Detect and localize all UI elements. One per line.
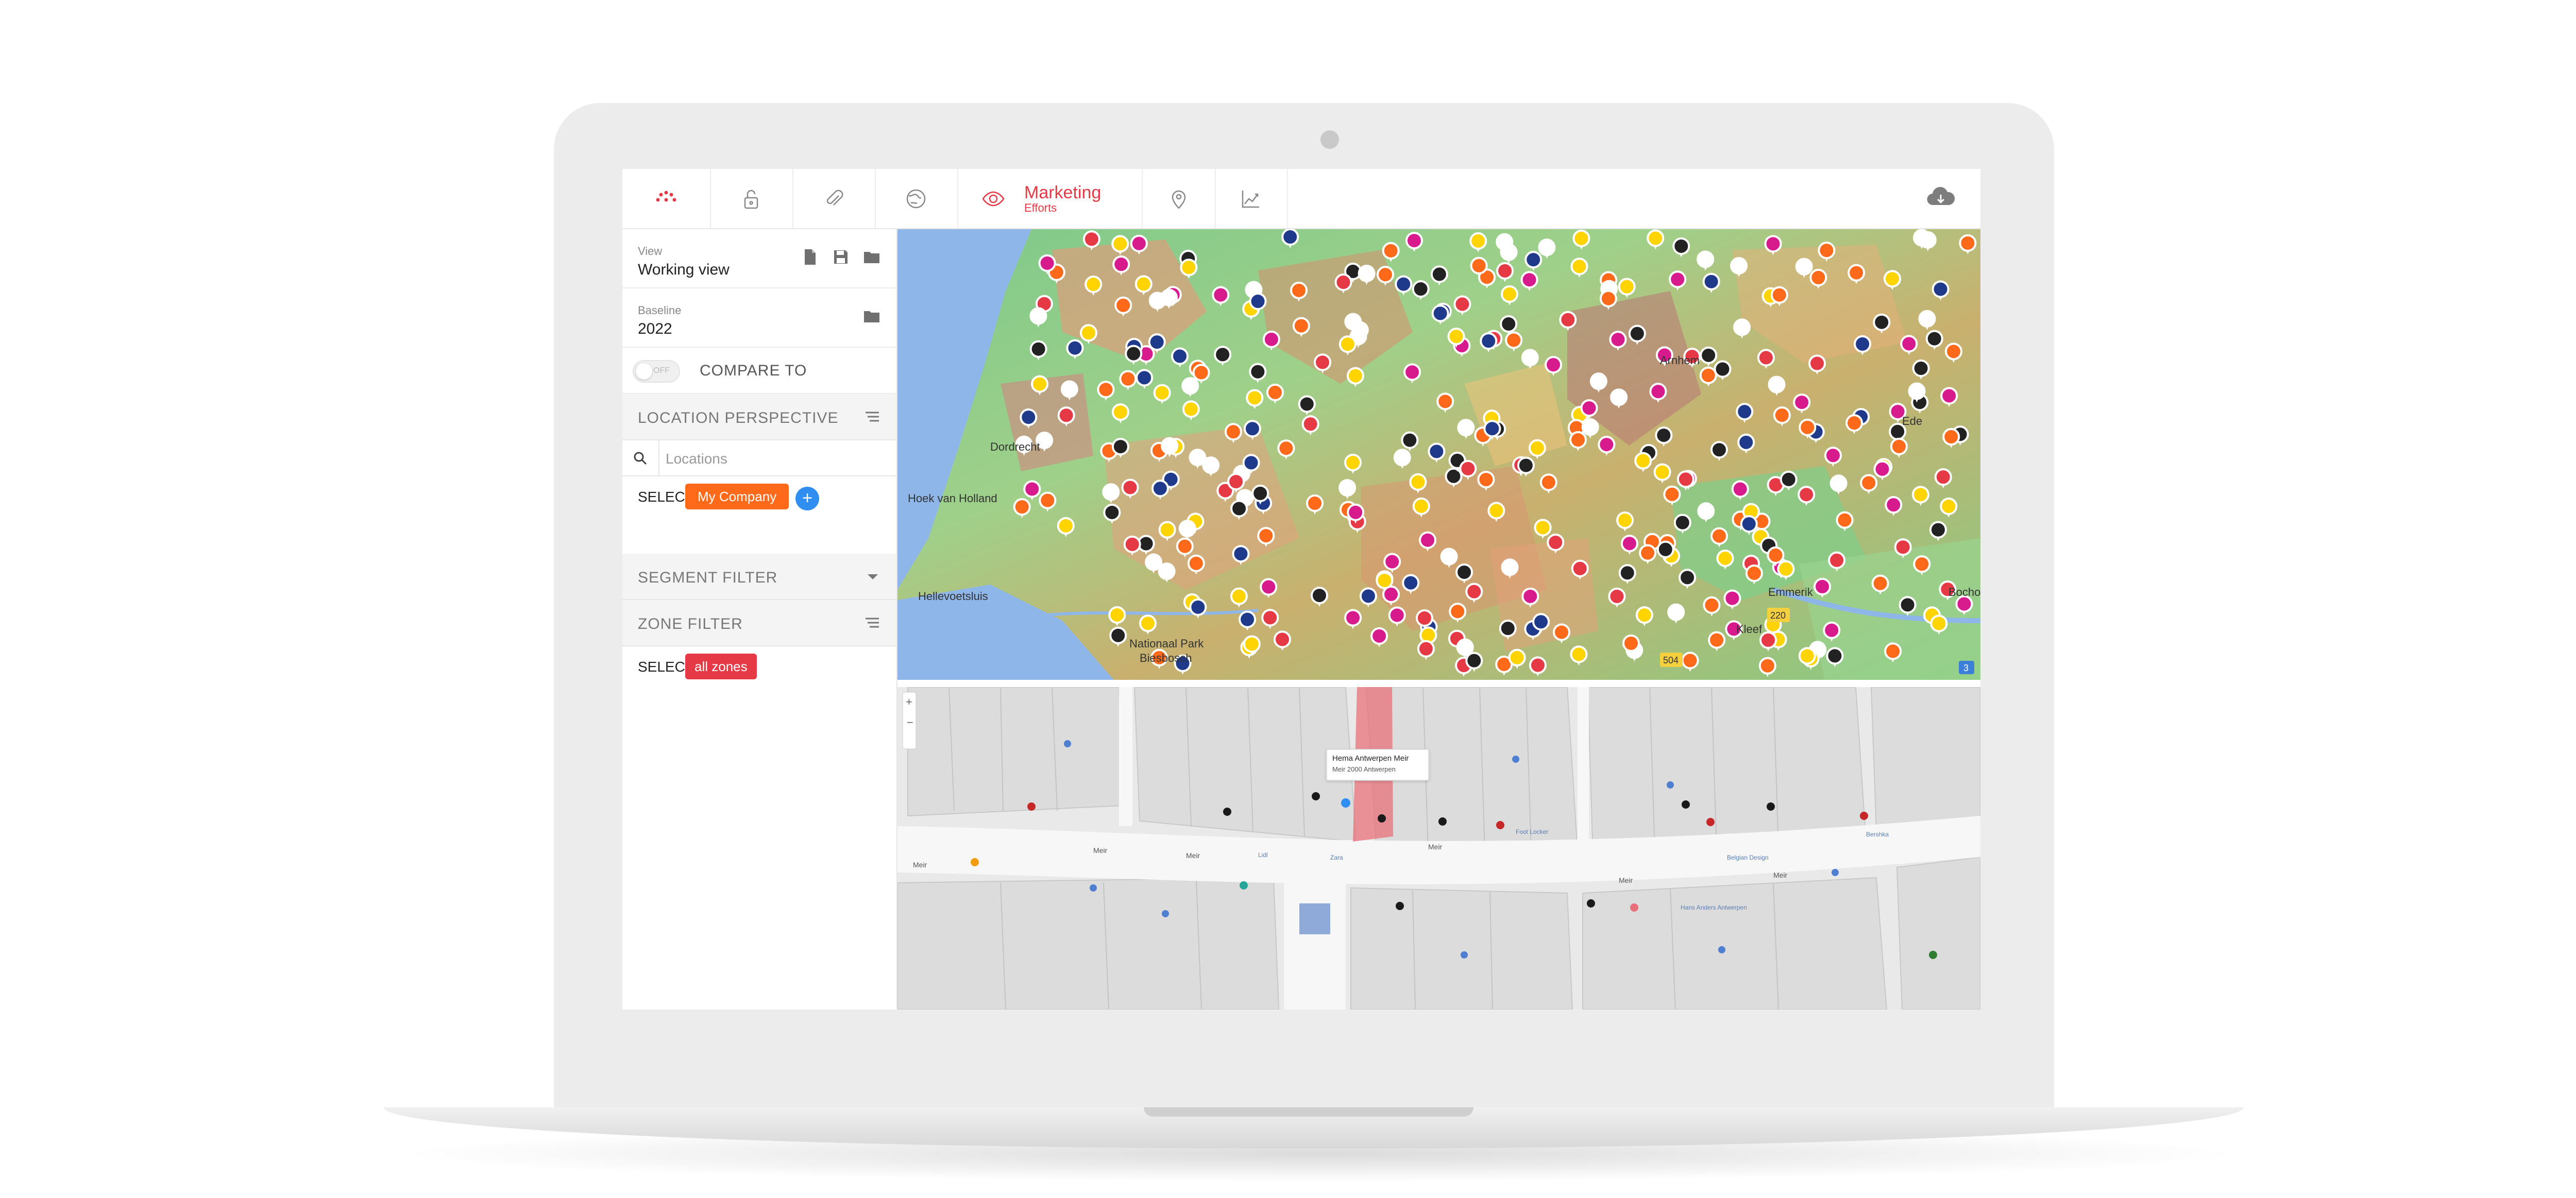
- popup-address: Meir 2000 Antwerpen: [1332, 765, 1396, 773]
- poi-label: Zara: [1330, 854, 1343, 861]
- heatmap-map[interactable]: Emmerik Bocholt Kleef Nationaal Park Bie…: [897, 229, 1980, 680]
- trend-chart-icon: [1242, 190, 1259, 208]
- all-zones-chip[interactable]: all zones: [685, 654, 757, 679]
- tab-analytics[interactable]: [1215, 169, 1288, 228]
- locations-search-input[interactable]: [665, 446, 883, 472]
- save-icon[interactable]: [832, 248, 850, 266]
- add-company-button[interactable]: +: [795, 487, 819, 510]
- street-label: Meir: [1428, 843, 1443, 851]
- compare-label: COMPARE TO: [700, 362, 807, 379]
- camera-icon: [1320, 130, 1339, 149]
- select-zones-row: SELECT all zones: [622, 646, 896, 688]
- top-toolbar: Marketing Efforts: [622, 169, 1980, 229]
- tab-lock[interactable]: [710, 169, 793, 228]
- tab-globe[interactable]: [875, 169, 958, 228]
- poi-label: Lidl: [1258, 851, 1268, 859]
- poi-label: Foot Locker: [1516, 828, 1548, 835]
- road-badge-text: 504: [1663, 655, 1679, 665]
- street-label: Meir: [1619, 876, 1633, 884]
- eye-icon: [982, 191, 1005, 206]
- store-popup[interactable]: Hema Antwerpen Meir Meir 2000 Antwerpen: [1326, 749, 1429, 781]
- location-pin-icon: [1172, 190, 1186, 209]
- svg-text:−: −: [907, 716, 913, 729]
- poi-label: Hans Anders Antwerpen: [1681, 904, 1747, 911]
- select-company-row: SELECT My Company +: [622, 476, 896, 518]
- view-value[interactable]: Working view: [638, 261, 730, 279]
- view-label: View: [638, 245, 663, 258]
- tab-marketing[interactable]: Marketing Efforts: [957, 169, 1143, 228]
- place-label: Emmerik: [1768, 586, 1814, 598]
- place-label: Nationaal Park: [1129, 637, 1204, 650]
- street-label: Meir: [1773, 871, 1788, 879]
- segment-filter-title: SEGMENT FILTER: [638, 569, 778, 586]
- lock-icon: [744, 190, 758, 209]
- tab-location[interactable]: [1143, 169, 1216, 228]
- place-label: Biesbosch: [1140, 652, 1192, 664]
- place-label: Kleef: [1736, 623, 1762, 636]
- my-company-chip[interactable]: My Company: [685, 484, 789, 509]
- tab-marketing-title: Marketing: [1024, 182, 1101, 202]
- poi-label: Bershka: [1866, 831, 1889, 838]
- new-document-icon[interactable]: [801, 248, 819, 266]
- globe-icon: [906, 189, 926, 208]
- search-icon: [622, 440, 659, 476]
- street-label: Meir: [1093, 846, 1108, 854]
- place-label: Hoek van Holland: [908, 492, 997, 505]
- sidebar: View Working view Baseline 2022 OFF COMP…: [622, 229, 897, 1009]
- popup-title: Hema Antwerpen Meir: [1332, 754, 1409, 763]
- place-label: Bocholt: [1948, 586, 1980, 598]
- location-perspective-title: LOCATION PERSPECTIVE: [638, 409, 839, 426]
- cloud-download-icon[interactable]: [1925, 184, 1957, 211]
- chevron-down-icon[interactable]: [868, 574, 878, 579]
- app-screen: Marketing Efforts View Working view Base…: [622, 169, 1980, 1009]
- street-label: Meir: [913, 861, 927, 869]
- road-badge-text: 3: [1963, 663, 1969, 673]
- map-divider[interactable]: [897, 680, 1980, 687]
- location-perspective-header[interactable]: LOCATION PERSPECTIVE: [622, 394, 896, 440]
- segment-filter-header[interactable]: SEGMENT FILTER: [622, 554, 896, 600]
- view-row: View Working view: [622, 229, 896, 288]
- place-label: Hellevoetsluis: [918, 590, 988, 603]
- laptop-hinge: [1144, 1107, 1473, 1117]
- street-map[interactable]: Meir Meir Meir Meir Meir Meir Lidl Zara …: [897, 687, 1980, 1009]
- location-search-row: [622, 440, 896, 476]
- dots-logo-icon: [656, 191, 676, 201]
- street-label: Meir: [1186, 851, 1200, 860]
- place-label: Arnhem: [1660, 354, 1700, 367]
- store-pin-icon[interactable]: [1341, 798, 1350, 808]
- list-lines-icon[interactable]: [863, 615, 881, 631]
- zone-filter-header[interactable]: ZONE FILTER: [622, 600, 896, 646]
- baseline-label: Baseline: [638, 304, 682, 317]
- folder-icon[interactable]: [862, 307, 881, 326]
- place-label: Dordrecht: [990, 440, 1040, 453]
- paperclip-icon: [826, 190, 843, 206]
- toggle-knob: [636, 363, 652, 380]
- tab-attach[interactable]: [792, 169, 876, 228]
- poi-label: Belgian Design: [1727, 854, 1769, 861]
- zoom-controls[interactable]: + −: [902, 692, 917, 749]
- toggle-state-text: OFF: [653, 366, 670, 375]
- compare-toggle[interactable]: OFF: [633, 360, 680, 383]
- compare-row: OFF COMPARE TO: [622, 348, 896, 394]
- road-badge-text: 220: [1770, 610, 1786, 621]
- baseline-value[interactable]: 2022: [638, 320, 672, 338]
- place-label: Ede: [1902, 415, 1922, 427]
- folder-icon[interactable]: [862, 248, 881, 266]
- baseline-row: Baseline 2022: [622, 288, 896, 348]
- zone-filter-title: ZONE FILTER: [638, 615, 743, 632]
- list-lines-icon[interactable]: [863, 409, 881, 425]
- svg-text:+: +: [906, 695, 912, 708]
- tab-marketing-subtitle: Efforts: [1024, 201, 1057, 214]
- tab-logo[interactable]: [622, 169, 711, 228]
